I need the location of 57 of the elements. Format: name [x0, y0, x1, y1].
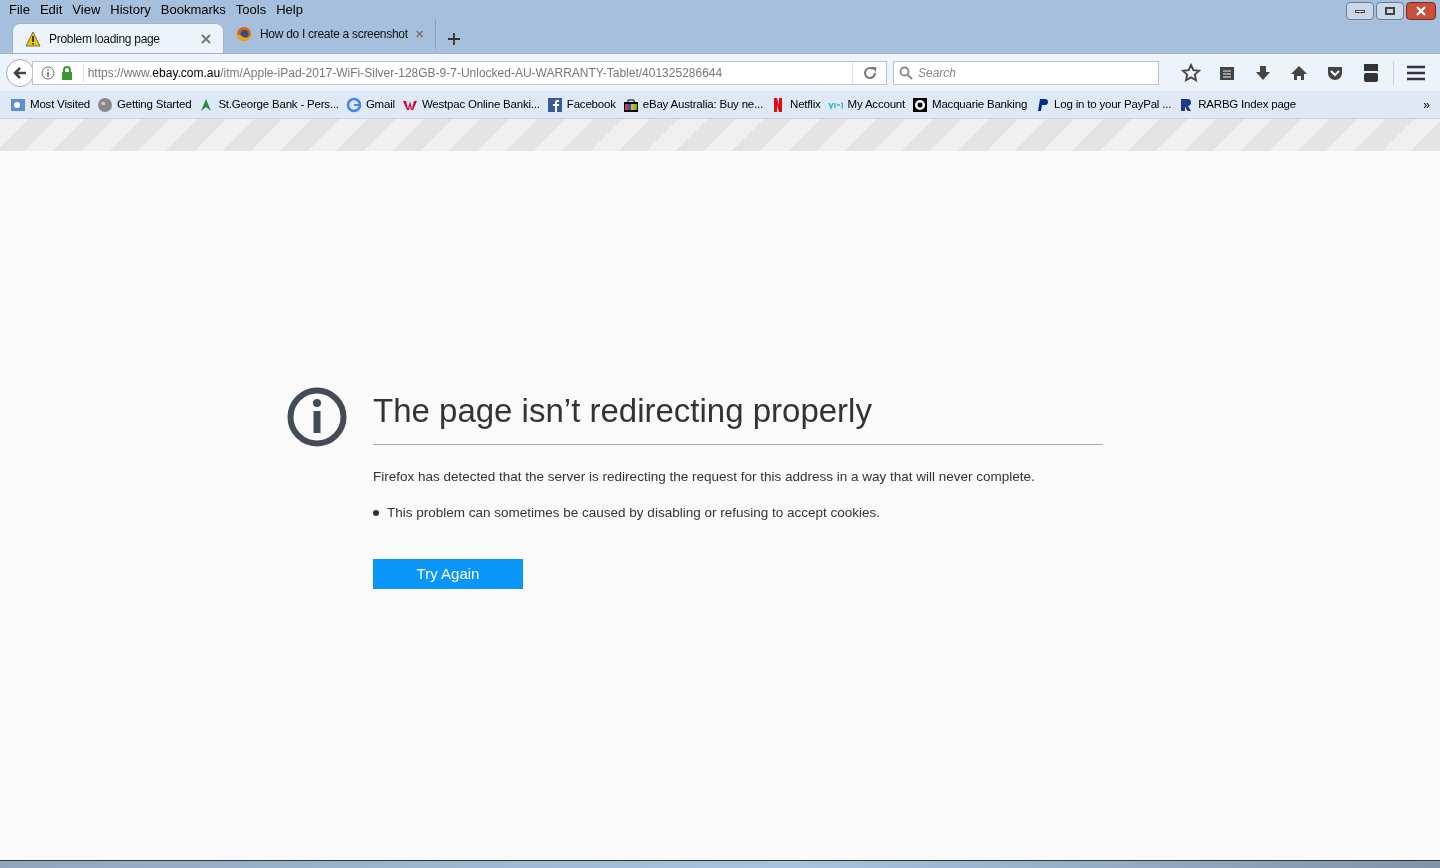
warning-icon [25, 30, 41, 47]
bookmark-item[interactable]: RARBG Index page [1178, 95, 1296, 114]
bookmark-item[interactable]: Macquarie Banking [912, 95, 1028, 114]
search-field[interactable]: Search [893, 60, 1159, 85]
bookmark-item[interactable]: eBay Australia: Buy ne... [622, 95, 764, 114]
menu-item[interactable]: Tools [230, 0, 272, 20]
home-icon[interactable] [1291, 64, 1307, 81]
pocket-icon[interactable] [1327, 64, 1343, 81]
hint-text: This problem can sometimes be caused by disabling or refusing to accept cookies. [387, 503, 880, 522]
menu-item[interactable]: File [4, 0, 35, 20]
padlock-icon [60, 65, 73, 80]
bookmark-item[interactable]: My Account [827, 95, 906, 114]
bookmark-item[interactable]: Gmail [345, 95, 395, 114]
close-icon [1415, 6, 1427, 16]
bookmark-item[interactable]: Netflix [770, 95, 821, 114]
error-title: The page isn’t redirecting properly [373, 386, 1103, 445]
tab-title: Problem loading page [49, 30, 161, 48]
info-icon[interactable] [40, 65, 55, 80]
info-icon [287, 387, 347, 447]
back-arrow-icon [11, 64, 28, 81]
close-icon[interactable] [201, 33, 211, 44]
menu-item[interactable]: Bookmarks [155, 0, 231, 20]
bookmark-item[interactable]: Westpac Online Banki... [401, 95, 540, 114]
bookmark-item[interactable]: St.George Bank - Pers... [198, 95, 339, 114]
star-icon[interactable] [1181, 62, 1201, 83]
download-icon[interactable] [1255, 64, 1271, 81]
f-logo-icon [546, 96, 563, 113]
g-letter-icon [345, 96, 362, 113]
bookmarks-overflow[interactable]: » [1423, 95, 1430, 114]
error-description: Firefox has detected that the server is redirecting the request for this address in a way that will never complete. [373, 467, 1036, 486]
menu-item[interactable]: Help [271, 0, 308, 20]
menu-item[interactable]: View [67, 0, 106, 20]
clipboard-icon[interactable] [1219, 64, 1235, 81]
close-button[interactable] [1406, 2, 1436, 20]
bullet-icon [373, 509, 379, 516]
folder-icon [10, 96, 26, 113]
bookmark-item[interactable]: Most Visited [10, 95, 91, 114]
new-tab-icon[interactable] [448, 33, 460, 45]
tab-title: How do I create a screenshot [260, 26, 408, 43]
menu-icon[interactable] [1406, 64, 1426, 81]
reload-icon [862, 65, 877, 80]
menu-item[interactable]: Edit [34, 0, 68, 20]
fox-globe-icon [236, 26, 252, 42]
address-bar[interactable]: https://www.ebay.com.au/itm/Apple-iPad-2017-WiFi-Silver-128GB-9-7-Unlocked-AU-WARRANTY-Tablet/401325286644 [31, 60, 887, 85]
circle-icon [912, 96, 929, 113]
menu-item[interactable]: History [105, 0, 156, 20]
search-icon [899, 65, 913, 80]
restore-button[interactable] [1376, 2, 1404, 20]
bookmark-item[interactable]: Log in to your PayPal ... [1034, 95, 1172, 114]
browser-tab[interactable]: How do I create a screenshot [224, 19, 436, 49]
back-button[interactable] [6, 58, 34, 87]
browser-tab[interactable]: Problem loading page [12, 23, 224, 53]
url-text: https://www.ebay.com.au/itm/Apple-iPad-2017-WiFi-Silver-128GB-9-7-Unlocked-AU-WARRANTY-Tablet/401325286644 [82, 63, 846, 82]
minimize-button[interactable] [1346, 2, 1374, 20]
bookmark-item[interactable]: Facebook [546, 95, 616, 114]
shopping-bag-icon [622, 96, 639, 113]
bookmark-item[interactable]: Getting Started [97, 95, 192, 114]
